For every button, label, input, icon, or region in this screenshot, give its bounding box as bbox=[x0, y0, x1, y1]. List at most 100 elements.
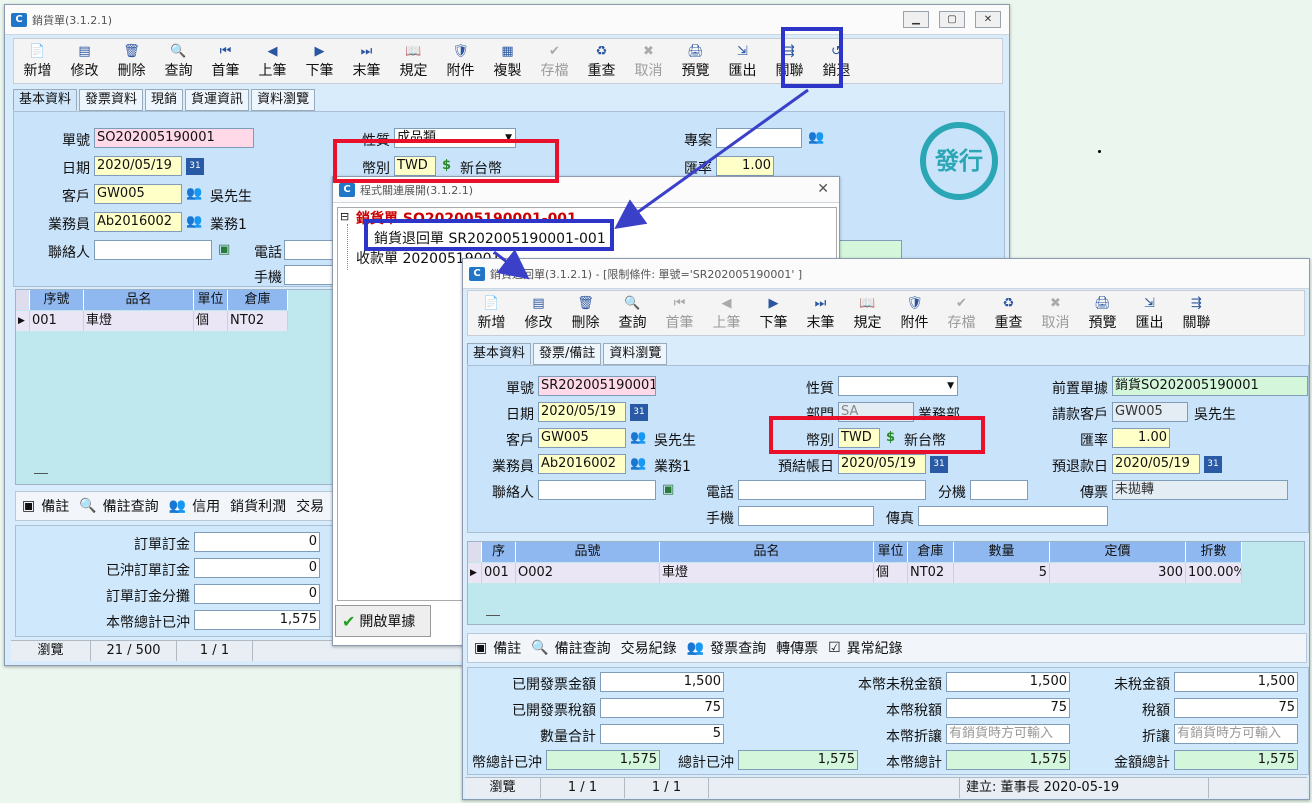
extra-field[interactable] bbox=[834, 240, 902, 260]
tab-2[interactable]: 現銷 bbox=[145, 89, 184, 111]
refund-date-field[interactable]: 2020/05/19 bbox=[1112, 454, 1200, 474]
contact-lookup-icon[interactable]: ▣ bbox=[218, 242, 230, 257]
salesperson-lookup-icon[interactable]: 👥 bbox=[186, 214, 202, 229]
invoiced-amount-field[interactable]: 1,500 bbox=[600, 672, 724, 692]
qty-total-field[interactable]: 5 bbox=[600, 724, 724, 744]
rate-field[interactable]: 1.00 bbox=[1112, 428, 1170, 448]
tab-2[interactable]: 資料瀏覽 bbox=[603, 343, 668, 365]
toolbar-button-5[interactable]: ◀ 上筆 bbox=[703, 291, 750, 335]
salesperson-field[interactable]: Ab2016002 bbox=[538, 454, 626, 474]
local-untaxed-field[interactable]: 1,500 bbox=[946, 672, 1070, 692]
toolbar-button-7[interactable]: ⏭ 末筆 bbox=[797, 291, 844, 335]
toolbar-button-1[interactable]: ▤ 修改 bbox=[61, 39, 108, 83]
sub-button-2[interactable]: 交易紀錄 bbox=[621, 638, 677, 658]
customer-field[interactable]: GW005 bbox=[538, 428, 626, 448]
voucher-field[interactable]: 未拋轉 bbox=[1112, 480, 1288, 500]
toolbar-button-9[interactable]: 🛡 附件 bbox=[437, 39, 484, 83]
deposit-allocation-field[interactable]: 0 bbox=[194, 584, 320, 604]
billing-customer-field[interactable]: GW005 bbox=[1112, 402, 1188, 422]
toolbar-button-2[interactable]: 🗑 刪除 bbox=[108, 39, 155, 83]
toolbar-button-11[interactable]: ♻ 重查 bbox=[985, 291, 1032, 335]
toolbar-button-9[interactable]: 🛡 附件 bbox=[891, 291, 938, 335]
column-header[interactable]: 品名 bbox=[84, 290, 194, 310]
toolbar-button-4[interactable]: ⏮ 首筆 bbox=[656, 291, 703, 335]
tab-3[interactable]: 貨運資訊 bbox=[185, 89, 250, 111]
local-total-offset-field[interactable]: 1,575 bbox=[194, 610, 320, 630]
return-no-field[interactable]: SR202005190001 bbox=[538, 376, 656, 396]
open-document-button[interactable]: ✔ 開啟單據 bbox=[335, 605, 431, 637]
ext-field[interactable] bbox=[970, 480, 1028, 500]
tab-0[interactable]: 基本資料 bbox=[13, 89, 78, 111]
tax-field[interactable]: 75 bbox=[1174, 698, 1298, 718]
toolbar-button-14[interactable]: 🖨 預覽 bbox=[672, 39, 719, 83]
toolbar-button-7[interactable]: ⏭ 末筆 bbox=[343, 39, 390, 83]
tab-4[interactable]: 資料瀏覽 bbox=[251, 89, 316, 111]
tab-1[interactable]: 發票資料 bbox=[79, 89, 144, 111]
column-header[interactable]: 倉庫 bbox=[228, 290, 288, 310]
sub-button-0[interactable]: 備註 bbox=[493, 638, 521, 658]
calendar-icon[interactable]: 31 bbox=[930, 456, 948, 473]
toolbar-button-4[interactable]: ⏮ 首筆 bbox=[202, 39, 249, 83]
tab-0[interactable]: 基本資料 bbox=[467, 343, 532, 365]
phone-field[interactable] bbox=[738, 480, 926, 500]
contact-field[interactable] bbox=[94, 240, 212, 260]
customer-lookup-icon[interactable]: 👥 bbox=[186, 186, 202, 201]
date-field[interactable]: 2020/05/19 bbox=[538, 402, 626, 422]
nature-select[interactable]: ▼ bbox=[838, 376, 958, 396]
sub-button-5[interactable]: 異常紀錄 bbox=[847, 638, 903, 658]
discount-field[interactable]: 有銷貨時方可輸入 bbox=[1174, 724, 1298, 744]
sub-button-0[interactable]: 備註 bbox=[41, 496, 69, 516]
calendar-icon[interactable]: 31 bbox=[1204, 456, 1222, 473]
salesperson-lookup-icon[interactable]: 👥 bbox=[630, 456, 646, 471]
offset-deposit-field[interactable]: 0 bbox=[194, 558, 320, 578]
invoiced-tax-field[interactable]: 75 bbox=[600, 698, 724, 718]
local-tax-field[interactable]: 75 bbox=[946, 698, 1070, 718]
toolbar-button-5[interactable]: ◀ 上筆 bbox=[249, 39, 296, 83]
collapse-icon[interactable]: ⊟ bbox=[340, 210, 349, 223]
toolbar-button-12[interactable]: ♻ 重查 bbox=[578, 39, 625, 83]
toolbar-button-1[interactable]: ▤ 修改 bbox=[515, 291, 562, 335]
salesperson-field[interactable]: Ab2016002 bbox=[94, 212, 182, 232]
settle-date-field[interactable]: 2020/05/19 bbox=[838, 454, 926, 474]
sub-button-3[interactable]: 發票查詢 bbox=[710, 638, 766, 658]
sub-button-4[interactable]: 轉傳票 bbox=[776, 638, 818, 658]
amount-total-field[interactable]: 1,575 bbox=[1174, 750, 1298, 770]
dialog-close-icon[interactable]: ✕ bbox=[817, 181, 829, 197]
order-no-field[interactable]: SO202005190001 bbox=[94, 128, 254, 148]
toolbar-button-10[interactable]: ✔ 存檔 bbox=[938, 291, 985, 335]
fax-field[interactable] bbox=[918, 506, 1108, 526]
column-header[interactable]: 單位 bbox=[874, 542, 908, 562]
sub-button-3[interactable]: 銷貨利潤 bbox=[230, 496, 286, 516]
close-button[interactable]: ✕ bbox=[975, 11, 1001, 28]
minimize-button[interactable]: ▁ bbox=[903, 11, 929, 28]
toolbar-button-10[interactable]: ▦ 複製 bbox=[484, 39, 531, 83]
local-total-field[interactable]: 1,575 bbox=[946, 750, 1070, 770]
sub-button-1[interactable]: 備註查詢 bbox=[103, 496, 159, 516]
sub-button-4[interactable]: 交易 bbox=[296, 496, 324, 516]
project-field[interactable] bbox=[716, 128, 802, 148]
column-header[interactable]: 數量 bbox=[954, 542, 1050, 562]
toolbar-button-14[interactable]: ⇲ 匯出 bbox=[1126, 291, 1173, 335]
toolbar-button-15[interactable]: ⇶ 關聯 bbox=[1173, 291, 1220, 335]
sub-button-2[interactable]: 信用 bbox=[192, 496, 220, 516]
untaxed-field[interactable]: 1,500 bbox=[1174, 672, 1298, 692]
prev-doc-field[interactable]: 銷貨SO202005190001 bbox=[1112, 376, 1308, 396]
toolbar-button-15[interactable]: ⇲ 匯出 bbox=[719, 39, 766, 83]
currency-total-offset-field[interactable]: 1,575 bbox=[546, 750, 660, 770]
toolbar-button-2[interactable]: 🗑 刪除 bbox=[562, 291, 609, 335]
sub-button-1[interactable]: 備註查詢 bbox=[555, 638, 611, 658]
mobile-field[interactable] bbox=[738, 506, 874, 526]
column-header[interactable]: 折數 bbox=[1186, 542, 1242, 562]
date-field[interactable]: 2020/05/19 bbox=[94, 156, 182, 176]
column-header[interactable]: 序號 bbox=[30, 290, 84, 310]
table-row[interactable]: ▶ 001 O002 車燈個 NT02 5 300 100.00% bbox=[468, 563, 1242, 583]
table-row[interactable]: ▶ 001 車燈個 NT02 bbox=[16, 311, 288, 331]
customer-field[interactable]: GW005 bbox=[94, 184, 182, 204]
maximize-button[interactable]: ▢ bbox=[939, 11, 965, 28]
rate-field[interactable]: 1.00 bbox=[716, 156, 774, 176]
toolbar-button-12[interactable]: ✖ 取消 bbox=[1032, 291, 1079, 335]
calendar-icon[interactable]: 31 bbox=[630, 404, 648, 421]
toolbar-button-3[interactable]: 🔍 查詢 bbox=[155, 39, 202, 83]
toolbar-button-13[interactable]: 🖨 預覽 bbox=[1079, 291, 1126, 335]
toolbar-button-0[interactable]: 📄 新增 bbox=[468, 291, 515, 335]
